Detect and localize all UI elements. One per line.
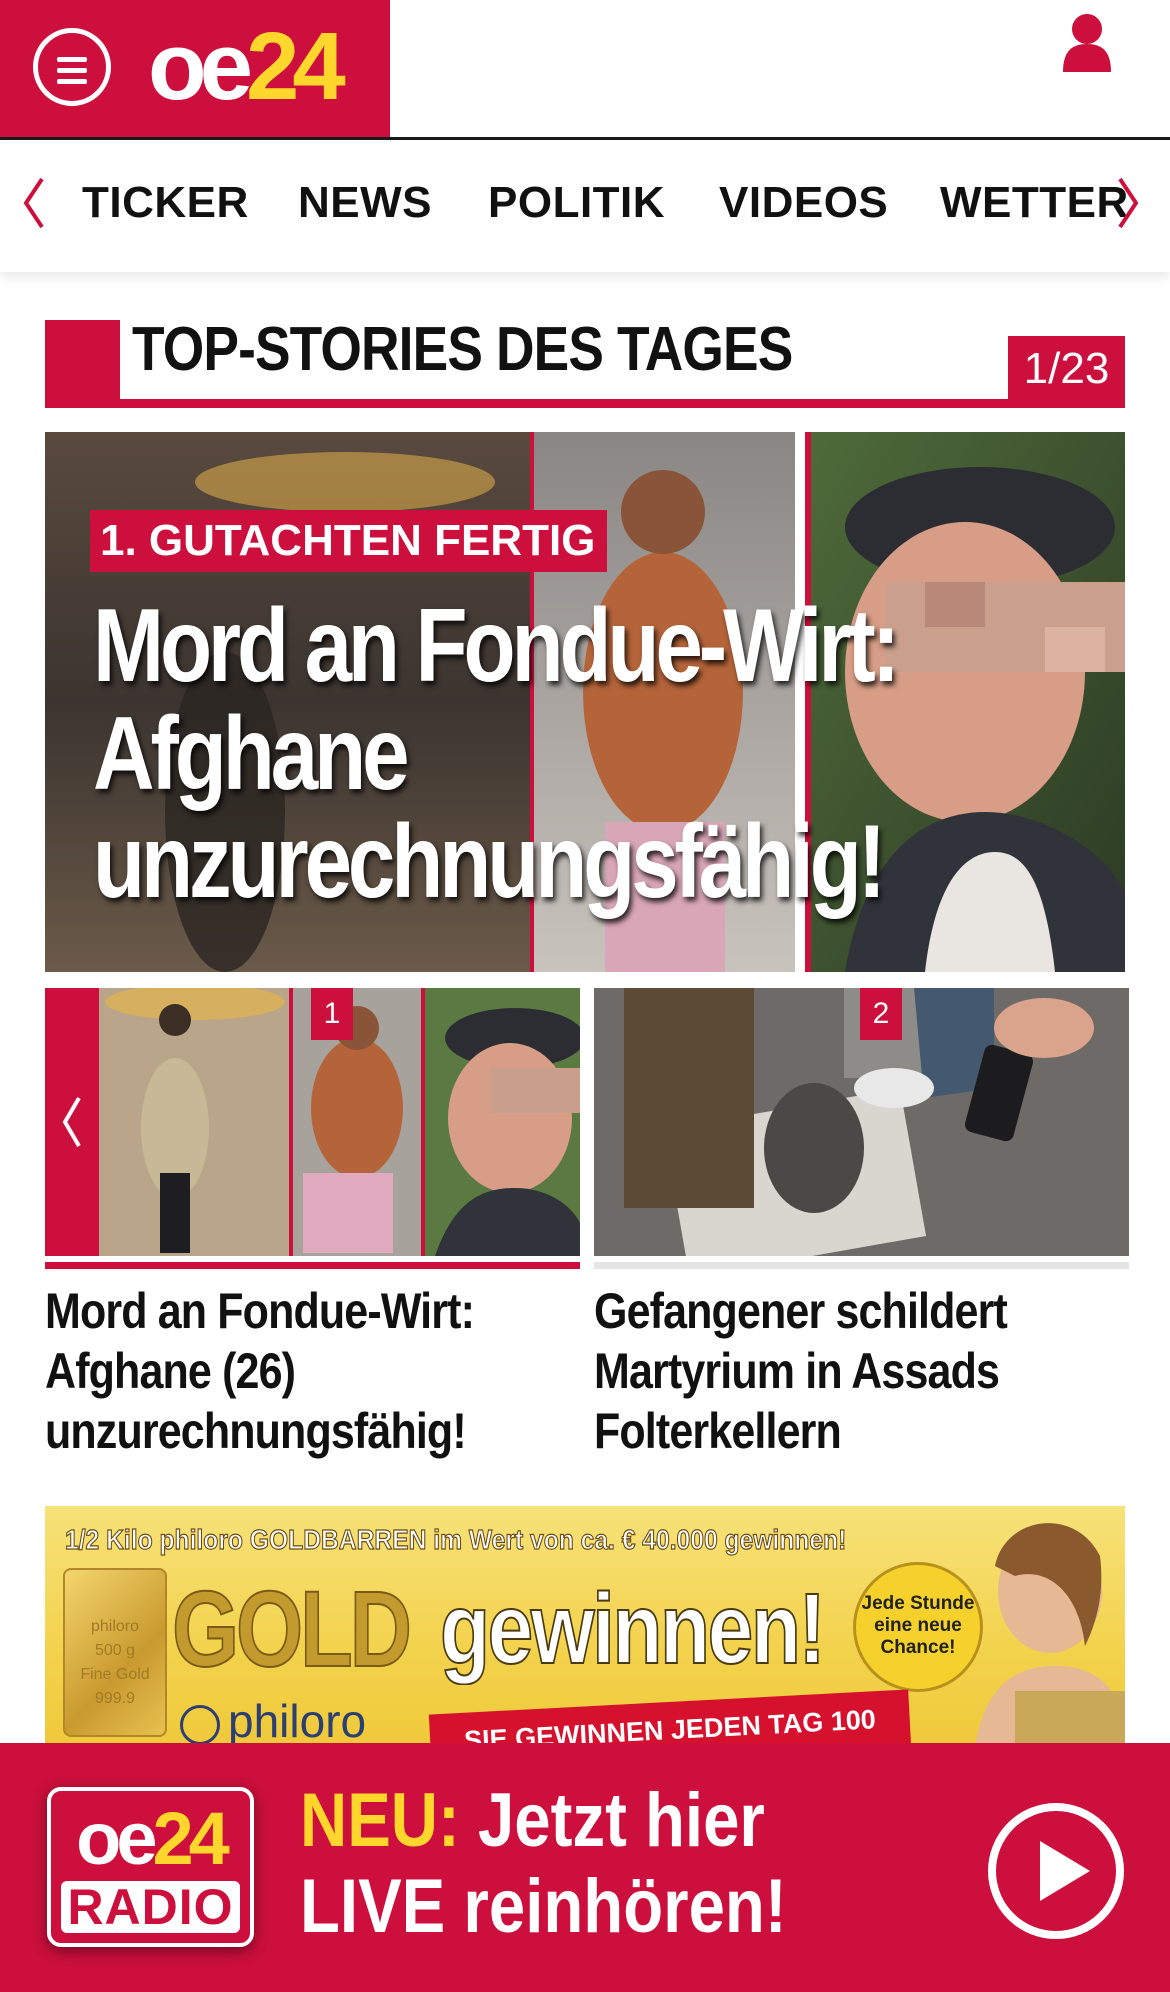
play-icon — [1040, 1841, 1090, 1901]
radio-logo-24: 24 — [152, 1797, 230, 1880]
ad-daily-prize-strip: SIE GEWINNEN JEDEN TAG 100 EURO! — [428, 1689, 912, 1746]
story-card-image: 2 — [594, 988, 1129, 1256]
story-card[interactable]: 1 Mord an Fondue-Wirt: Afghane (26) unzu… — [45, 988, 580, 1461]
section-accent-bar — [45, 320, 120, 408]
oe24-radio-logo: oe24 RADIO — [47, 1787, 254, 1947]
nav-item-politik[interactable]: POLITIK — [488, 178, 665, 228]
nav-item-news[interactable]: NEWS — [298, 178, 432, 228]
nav-item-ticker[interactable]: TICKER — [82, 178, 249, 228]
section-title: TOP-STORIES DES TAGES — [132, 315, 793, 384]
radio-headline-line1: NEU: Jetzt hier — [300, 1777, 765, 1864]
play-button[interactable] — [988, 1803, 1124, 1939]
story-card-title: Gefangener schildert Martyrium in Assads… — [594, 1283, 1008, 1459]
radio-promo-banner[interactable]: oe24 RADIO NEU: Jetzt hier LIVE reinhöre… — [0, 1743, 1170, 1992]
philoro-logo: philoro — [180, 1694, 366, 1746]
story-card-index: 1 — [311, 988, 353, 1040]
radio-logo-oe: oe — [76, 1797, 157, 1880]
hero-headline: Mord an Fondue-Wirt: Afghane unzurechnun… — [93, 588, 900, 920]
radio-logo-wordmark: oe24 — [51, 1799, 250, 1879]
inactive-indicator — [594, 1262, 1129, 1269]
user-icon[interactable] — [1061, 12, 1113, 72]
story-card-image: 1 — [45, 988, 580, 1256]
story-card-index: 2 — [860, 988, 902, 1040]
nav-item-wetter[interactable]: WETTER — [940, 178, 1129, 228]
chevron-right-icon[interactable] — [1114, 173, 1144, 233]
logo-text-24: 24 — [246, 13, 346, 120]
app-header: oe24 — [0, 0, 1170, 140]
nav-item-videos[interactable]: VIDEOS — [719, 178, 888, 228]
radio-headline-line2: LIVE reinhören! — [300, 1864, 787, 1949]
ad-model-image — [975, 1523, 1125, 1746]
radio-logo-sub: RADIO — [61, 1881, 240, 1933]
chevron-left-icon[interactable] — [18, 173, 48, 233]
philoro-logo-icon — [180, 1704, 220, 1745]
hero-kicker: 1. GUTACHTEN FERTIG — [90, 510, 608, 572]
brand-block: oe24 — [0, 0, 390, 137]
hamburger-menu-icon[interactable] — [33, 28, 111, 106]
radio-headline-highlight: NEU: — [300, 1778, 460, 1863]
active-indicator — [45, 1262, 580, 1269]
section-underline — [45, 399, 1125, 408]
story-card-title: Mord an Fondue-Wirt: Afghane (26) unzure… — [45, 1283, 475, 1459]
gold-bar-brand: philoro — [90, 1618, 140, 1635]
story-counter: 1/23 — [1008, 336, 1125, 399]
ad-gold-text: GOLD — [171, 1567, 413, 1690]
ad-win-text: gewinnen! — [439, 1572, 826, 1686]
gold-bar-image: philoro 500 g Fine Gold 999.9 — [63, 1568, 167, 1737]
ad-top-line: 1/2 Kilo philoro GOLDBARREN im Wert von … — [64, 1523, 847, 1555]
philoro-logo-text: philoro — [228, 1695, 367, 1746]
story-card[interactable]: 2 Gefangener schildert Martyrium in Assa… — [594, 988, 1129, 1461]
hero-story[interactable]: 1. GUTACHTEN FERTIG Mord an Fondue-Wirt:… — [45, 432, 1125, 972]
gold-bar-fine: Fine Gold — [80, 1666, 150, 1683]
logo-text-oe: oe — [148, 13, 253, 120]
radio-headline-rest: Jetzt hier — [459, 1778, 765, 1863]
advertisement-banner[interactable]: philoro 500 g Fine Gold 999.9 1/2 Kilo p… — [45, 1506, 1125, 1746]
gold-bar-weight: 500 g — [94, 1642, 136, 1659]
gold-bar-purity: 999.9 — [94, 1690, 136, 1707]
category-nav: TICKER NEWS POLITIK VIDEOS WETTER — [0, 140, 1170, 272]
oe24-logo[interactable]: oe24 — [148, 12, 346, 122]
